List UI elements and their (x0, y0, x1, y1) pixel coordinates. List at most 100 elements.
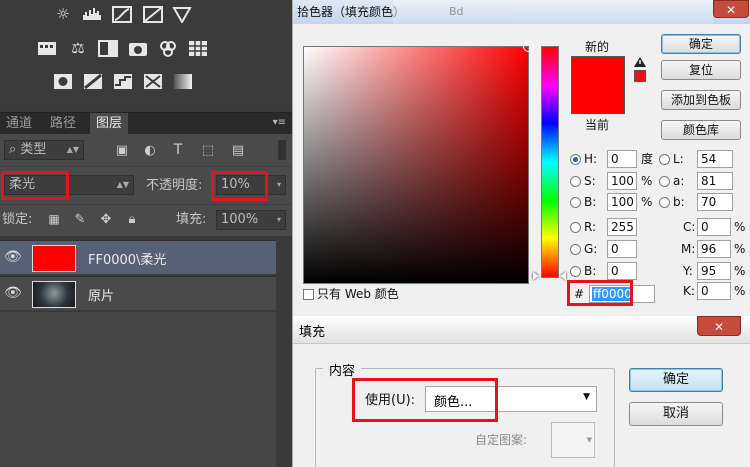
chevron-down-icon: ▼ (586, 436, 592, 444)
hue-slider-left-arrow[interactable] (533, 272, 539, 280)
l-radio[interactable] (659, 154, 670, 165)
channel-mixer-icon[interactable] (158, 40, 178, 57)
hue-saturation-icon[interactable] (37, 40, 57, 57)
color-libraries-button[interactable]: 颜色库 (661, 120, 741, 140)
levels-icon[interactable] (82, 6, 102, 23)
type-filter-icon[interactable]: T (168, 142, 188, 159)
h-field[interactable]: 0 (607, 150, 637, 168)
s-radio[interactable] (570, 176, 581, 187)
custom-pattern-label: 自定图案: (475, 433, 528, 447)
blue-radio[interactable] (570, 266, 581, 277)
m-label: M: (681, 242, 696, 256)
adjustments-panel: ☼ ⚖ (0, 0, 292, 106)
threshold-icon[interactable] (113, 73, 133, 90)
h-radio[interactable] (570, 154, 581, 165)
saturation-brightness-field[interactable] (303, 41, 534, 284)
highlight-box (352, 378, 498, 422)
photo-filter-icon[interactable] (128, 40, 148, 57)
g-radio[interactable] (570, 244, 581, 255)
lock-transparent-icon[interactable]: ▦ (44, 211, 64, 228)
hue-slider-right-arrow[interactable] (560, 272, 566, 280)
m-field[interactable]: 96 (697, 240, 731, 258)
layer-row[interactable]: 👁︎ 原片 (0, 276, 276, 310)
k-field[interactable]: 0 (697, 282, 731, 300)
lock-image-icon[interactable]: ✎ (70, 211, 90, 228)
lab-b-field[interactable]: 70 (697, 193, 733, 211)
c-field[interactable]: 0 (697, 218, 731, 236)
b-radio[interactable] (570, 197, 581, 208)
new-color-label: 新的 (585, 40, 610, 54)
picker-ok-button[interactable]: 确定 (661, 34, 741, 54)
web-colors-checkbox[interactable] (303, 289, 314, 300)
layer-row-selected[interactable]: 👁︎ FF0000\柔光 (0, 240, 276, 274)
y-field[interactable]: 95 (697, 262, 731, 280)
blue-label: B: (584, 264, 597, 278)
a-field[interactable]: 81 (697, 172, 733, 190)
exposure-icon[interactable] (143, 6, 163, 23)
chevron-down-icon: ▼ (583, 392, 590, 402)
a-radio[interactable] (659, 176, 670, 187)
r-radio[interactable] (570, 222, 581, 233)
highlight-box (211, 171, 268, 201)
pixel-filter-icon[interactable]: ▣ (112, 142, 132, 159)
s-field[interactable]: 100 (607, 172, 637, 190)
y-label: Y: (683, 264, 693, 278)
shape-filter-icon[interactable]: ⬚ (198, 142, 218, 159)
color-lookup-icon[interactable] (188, 40, 208, 57)
gamut-color-cube[interactable] (634, 70, 646, 82)
picker-title: 拾色器（填充颜色） (297, 5, 406, 19)
window-behind: Bd (393, 0, 713, 24)
gradient-map-icon[interactable] (173, 73, 193, 90)
curves-icon[interactable] (112, 6, 132, 23)
visibility-eye-icon[interactable]: 👁︎ (4, 249, 22, 265)
layer-name: 原片 (88, 289, 115, 304)
picker-reset-button[interactable]: 复位 (661, 60, 741, 80)
visibility-eye-icon[interactable]: 👁︎ (4, 285, 22, 301)
g-label: G: (584, 242, 598, 256)
fill-field[interactable]: 100% ▾ (216, 210, 286, 230)
lock-position-icon[interactable]: ✥ (96, 211, 116, 228)
a-label: a: (673, 174, 685, 188)
smart-object-filter-icon[interactable]: ▤ (228, 142, 248, 159)
l-field[interactable]: 54 (697, 150, 733, 168)
fill-ok-button[interactable]: 确定 (629, 368, 723, 392)
color-picker-dialog: 拾色器（填充颜色） Bd ✕ 新的 当前 确定 复位 添加到色板 颜色库 H: … (292, 0, 750, 316)
r-field[interactable]: 255 (607, 218, 637, 236)
b-field[interactable]: 100 (607, 193, 637, 211)
layer-filter-row: ⌕ 类型 ▲▼ ▣ ◐ T ⬚ ▤ (0, 134, 292, 166)
h-label: H: (584, 152, 598, 166)
vibrance-icon[interactable] (172, 6, 192, 25)
layer-thumbnail (32, 281, 76, 308)
layers-scrollbar[interactable] (276, 240, 292, 467)
tab-paths[interactable]: 路径 (44, 113, 82, 135)
custom-pattern-picker[interactable]: ▼ (551, 422, 595, 458)
filter-toggle[interactable] (278, 140, 286, 160)
hue-slider[interactable] (541, 46, 559, 278)
posterize-icon[interactable] (83, 73, 103, 90)
adjustment-filter-icon[interactable]: ◐ (140, 142, 160, 159)
brightness-icon[interactable]: ☼ (53, 6, 73, 23)
behind-tab-label: Bd (449, 5, 464, 18)
filter-kind-label: 类型 (20, 142, 47, 157)
panel-menu-icon[interactable]: ▾≡ (273, 117, 286, 128)
close-icon[interactable]: ✕ (713, 0, 749, 18)
invert-icon[interactable] (53, 73, 73, 90)
m-unit: % (734, 242, 746, 256)
filter-kind-dropdown[interactable]: ⌕ 类型 ▲▼ (4, 140, 84, 160)
g-field[interactable]: 0 (607, 240, 637, 258)
selective-color-icon[interactable] (143, 73, 163, 90)
current-color-label: 当前 (585, 118, 610, 132)
tab-channels[interactable]: 通道 (0, 113, 38, 135)
tab-layers[interactable]: 图层 (90, 113, 129, 135)
color-balance-icon[interactable]: ⚖ (68, 40, 88, 57)
black-white-icon[interactable] (98, 40, 118, 57)
fill-cancel-button[interactable]: 取消 (629, 402, 723, 426)
close-icon[interactable]: ✕ (697, 316, 741, 336)
lock-all-icon[interactable]: 🔒︎ (122, 211, 142, 228)
add-to-swatches-button[interactable]: 添加到色板 (661, 90, 741, 110)
lab-b-radio[interactable] (659, 197, 670, 208)
y-unit: % (734, 264, 746, 278)
out-of-gamut-warning-icon[interactable] (633, 56, 647, 71)
blue-field[interactable]: 0 (607, 262, 637, 280)
color-cursor[interactable] (523, 41, 534, 52)
